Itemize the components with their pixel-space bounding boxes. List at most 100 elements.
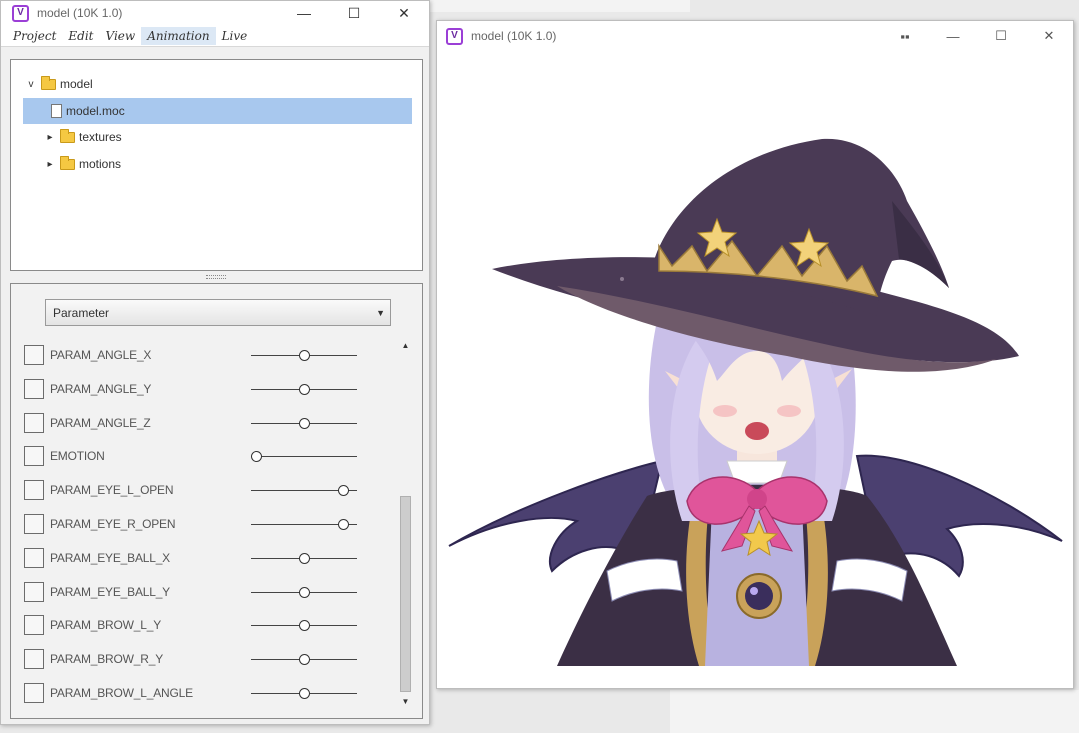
parameter-dropdown[interactable]: Parameter ▼ [45,299,391,326]
left-titlebar[interactable]: V model (10K 1.0) — ☐ ✕ [1,1,429,25]
tree-item-motions[interactable]: ▸ motions [44,151,121,177]
minimize-button[interactable]: — [929,21,977,51]
minimize-button[interactable]: — [279,1,329,25]
slider-knob[interactable] [338,519,350,530]
pane-splitter-handle[interactable] [206,275,226,279]
parameter-checkbox[interactable] [24,683,44,703]
slider-knob[interactable] [251,451,263,463]
parameter-slider[interactable] [251,586,357,598]
tree-item-model[interactable]: v model [25,71,93,97]
right-titlebar[interactable]: V model (10K 1.0) ▪▪ — ☐ ✕ [437,21,1073,51]
parameter-slider[interactable] [251,451,357,463]
menu-bar: Project Edit View Animation Live [1,25,429,47]
model-preview-window[interactable]: V model (10K 1.0) ▪▪ — ☐ ✕ [436,20,1074,689]
scroll-up-icon[interactable]: ▲ [399,341,412,355]
tree-item-label: model [60,77,93,91]
slider-knob[interactable] [299,654,310,666]
close-button[interactable]: ✕ [1025,21,1073,51]
parameter-label: PARAM_ANGLE_Z [50,415,151,430]
parameter-slider[interactable] [251,620,357,632]
tree-item-label: motions [79,157,122,171]
parameter-row: EMOTION [21,440,401,474]
slider-knob[interactable] [338,485,350,497]
file-icon [51,104,62,118]
witch-character-illustration [448,138,1063,666]
model-viewer-window[interactable]: V model (10K 1.0) — ☐ ✕ Project Edit Vie… [0,0,430,725]
parameter-checkbox[interactable] [24,446,44,467]
parameter-checkbox[interactable] [24,378,44,399]
folder-icon [60,155,75,170]
slider-knob[interactable] [299,383,310,395]
menu-edit[interactable]: Edit [62,27,99,45]
scrollbar-thumb[interactable] [400,496,411,692]
tree-item-model-moc[interactable]: model.moc [23,98,412,124]
parameter-label: PARAM_ANGLE_X [50,348,152,362]
folder-icon [60,128,75,143]
parameter-checkbox[interactable] [24,581,44,602]
desktop-background-bottom [670,690,1079,733]
bow-knot [747,489,767,509]
dropdown-arrow-icon[interactable]: ▼ [376,308,385,318]
parameter-row: PARAM_EYE_R_OPEN [21,508,401,542]
menu-project[interactable]: Project [7,27,62,45]
maximize-button[interactable]: ☐ [329,1,379,25]
mouth [745,422,769,440]
slider-knob[interactable] [299,620,310,632]
gem-shine [750,587,758,595]
parameter-row: PARAM_EYE_BALL_Y [21,576,401,610]
menu-view[interactable]: View [100,27,142,45]
window-title: model (10K 1.0) [37,6,123,20]
parameter-checkbox[interactable] [24,649,44,670]
parameter-row: PARAM_BROW_L_Y [21,609,401,643]
parameter-checkbox[interactable] [24,547,44,568]
chevron-right-icon[interactable]: ▸ [44,159,56,170]
parameter-slider[interactable] [251,417,357,429]
hat-tip [892,201,949,288]
options-button[interactable]: ▪▪ [881,21,929,51]
chevron-right-icon[interactable]: ▸ [44,132,56,143]
folder-icon [41,75,56,90]
parameter-label: PARAM_EYE_BALL_Y [50,584,170,599]
parameter-checkbox[interactable] [24,480,44,501]
menu-animation[interactable]: Animation [141,26,216,45]
chevron-down-icon[interactable]: v [25,79,37,90]
parameter-row: PARAM_ANGLE_Y [21,373,401,407]
app-icon: V [12,4,29,22]
slider-knob[interactable] [299,552,310,564]
parameter-slider[interactable] [251,552,357,564]
maximize-button[interactable]: ☐ [977,21,1025,51]
dropdown-value: Parameter [53,305,110,320]
parameter-label: PARAM_ANGLE_Y [50,381,152,396]
parameter-label: PARAM_BROW_L_ANGLE [50,686,193,700]
slider-knob[interactable] [299,586,310,598]
parameter-checkbox[interactable] [24,514,44,534]
parameter-label: PARAM_BROW_L_Y [50,618,162,633]
gem-center [745,582,773,610]
blush-right [777,405,801,417]
parameter-checkbox[interactable] [24,615,44,636]
parameter-checkbox[interactable] [24,345,44,365]
model-canvas[interactable] [437,51,1073,688]
blush-left [713,405,737,417]
menu-live[interactable]: Live [216,27,254,45]
tree-item-label: textures [79,130,122,144]
slider-knob[interactable] [299,417,310,429]
slider-knob[interactable] [299,688,310,699]
parameter-slider[interactable] [251,519,357,530]
scroll-down-icon[interactable]: ▼ [399,697,412,711]
parameter-label: PARAM_EYE_R_OPEN [50,517,176,531]
close-button[interactable]: ✕ [379,1,429,25]
parameter-slider[interactable] [251,688,357,699]
parameter-scrollbar[interactable]: ▲ ▼ [399,339,412,713]
window-title: model (10K 1.0) [471,29,557,43]
slider-knob[interactable] [299,350,310,361]
parameter-slider[interactable] [251,383,357,395]
parameter-slider[interactable] [251,350,357,361]
parameter-slider[interactable] [251,654,357,666]
parameter-list: PARAM_ANGLE_X PARAM_ANGLE_Y PARAM_ANGLE_Z E… [21,339,401,713]
parameter-checkbox[interactable] [24,412,44,433]
parameter-row: PARAM_BROW_L_ANGLE [21,677,401,711]
parameter-slider[interactable] [251,485,357,497]
tree-item-textures[interactable]: ▸ textures [44,124,122,150]
parameter-label: EMOTION [50,449,105,464]
